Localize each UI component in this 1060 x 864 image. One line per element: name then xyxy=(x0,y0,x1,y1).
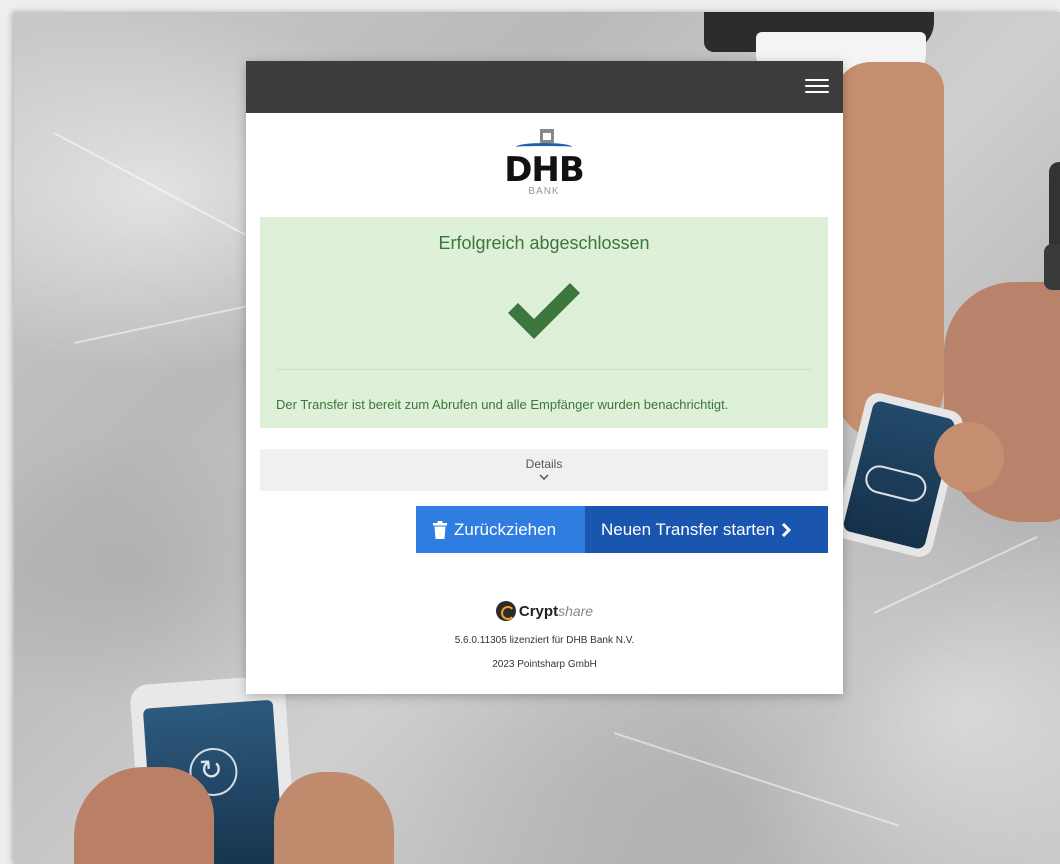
details-toggle[interactable]: Details xyxy=(260,449,828,491)
logo-text: DHB xyxy=(504,150,585,190)
action-buttons: Zurückziehen Neuen Transfer starten xyxy=(416,506,828,553)
hand-decoration xyxy=(74,767,214,864)
checkmark-icon xyxy=(508,283,580,339)
new-transfer-label: Neuen Transfer starten xyxy=(601,519,775,539)
divider xyxy=(276,369,812,370)
chevron-down-icon xyxy=(539,474,549,480)
trash-icon xyxy=(433,520,447,539)
hand-decoration xyxy=(274,772,394,864)
withdraw-label: Zurückziehen xyxy=(454,519,557,539)
hand-decoration xyxy=(834,62,944,442)
cloud-icon xyxy=(862,462,930,505)
brand-light: share xyxy=(558,603,594,619)
cryptshare-icon xyxy=(495,601,516,621)
top-navbar xyxy=(246,61,843,113)
bank-logo: DHB BANK xyxy=(494,125,594,205)
transfer-card: DHB BANK Erfolgreich abgeschlossen Der T… xyxy=(246,61,843,694)
license-text: 5.6.0.11305 lizenziert für DHB Bank N.V. xyxy=(454,635,635,646)
marble-vein xyxy=(73,300,270,344)
cryptshare-logo: Crypt share xyxy=(246,601,843,621)
watch-decoration xyxy=(1044,244,1060,290)
withdraw-button[interactable]: Zurückziehen xyxy=(416,506,585,553)
chevron-right-icon xyxy=(781,522,791,537)
brand-bold: Crypt xyxy=(518,602,559,620)
success-message: Der Transfer ist bereit zum Abrufen und … xyxy=(276,397,729,412)
logo-mark-icon xyxy=(514,129,574,153)
new-transfer-button[interactable]: Neuen Transfer starten xyxy=(585,506,828,553)
success-title: Erfolgreich abgeschlossen xyxy=(438,233,650,253)
details-label: Details xyxy=(525,457,563,471)
copyright-text: 2023 Pointsharp GmbH xyxy=(492,659,597,670)
success-alert: Erfolgreich abgeschlossen Der Transfer i… xyxy=(260,217,828,428)
thumb-decoration xyxy=(934,422,1004,492)
marble-vein xyxy=(613,732,900,827)
footer: Crypt share 5.6.0.11305 lizenziert für D… xyxy=(246,601,843,670)
hamburger-menu-icon[interactable] xyxy=(805,76,829,96)
